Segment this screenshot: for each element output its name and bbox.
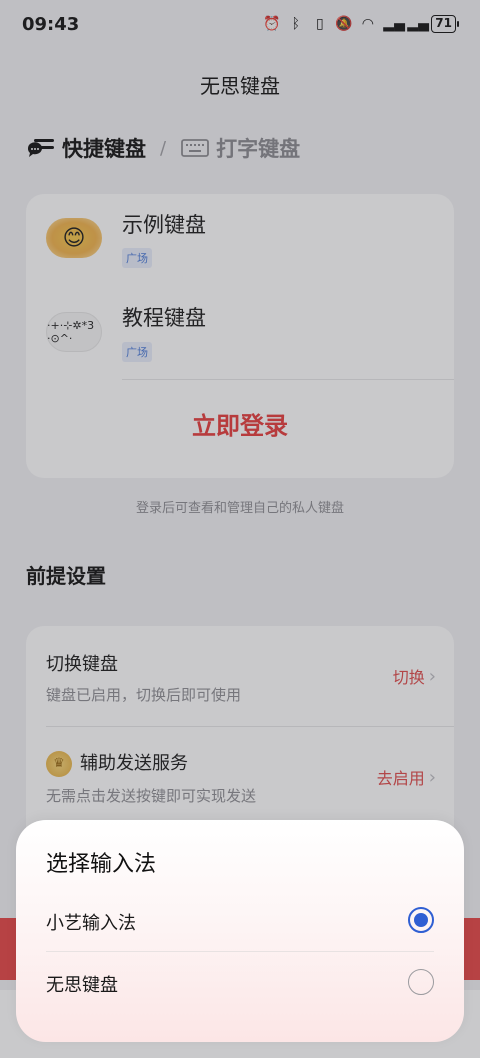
app-page: 09:43 ⏰ ᛒ ▯ 🔕 ◠ ▂▄ ▂▄ 71 无思键盘 快捷键盘 / 打字键… [0,0,480,1058]
option-wusi-keyboard[interactable]: 无思键盘 [16,952,464,1014]
option-xiaoyi-input[interactable]: 小艺输入法 [16,890,464,952]
input-method-sheet: 选择输入法 小艺输入法 无思键盘 [16,820,464,1042]
radio-selected[interactable] [408,907,434,933]
option-label: 无思键盘 [46,975,118,996]
radio-unselected[interactable] [408,969,434,995]
option-label: 小艺输入法 [46,913,136,934]
sheet-title: 选择输入法 [46,852,157,877]
